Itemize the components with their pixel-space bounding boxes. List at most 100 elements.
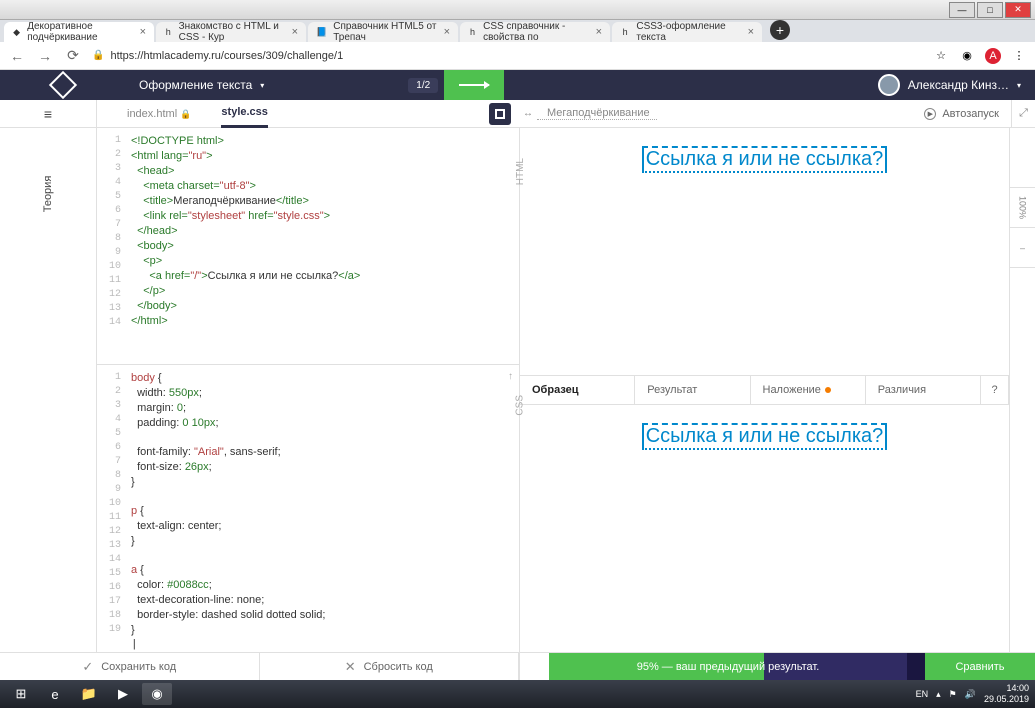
- tab-diff[interactable]: Различия: [866, 376, 981, 404]
- explorer-icon[interactable]: 📁: [74, 683, 104, 705]
- line-gutter: 1234567891011121314: [97, 128, 127, 364]
- tab-title: CSS3-оформление текста: [636, 21, 741, 43]
- zoom-minus[interactable]: –: [1010, 228, 1035, 268]
- ie-icon[interactable]: e: [40, 683, 70, 705]
- tab-close-icon[interactable]: ×: [292, 26, 298, 38]
- next-button[interactable]: [444, 70, 504, 100]
- sub-header: ≡ index.html 🔒 style.css ↔ Мегаподчёркив…: [0, 100, 1035, 128]
- tab-close-icon[interactable]: ×: [444, 26, 450, 38]
- preview-column: Ссылка я или не ссылка? Образец Результа…: [519, 128, 1035, 652]
- tab-sample[interactable]: Образец: [520, 376, 635, 404]
- cross-icon: ✕: [345, 659, 356, 675]
- tab-overlay[interactable]: Наложение: [751, 376, 866, 404]
- chrome-icon[interactable]: ◉: [142, 683, 172, 705]
- taskbar: ⊞ e 📁 ▶ ◉ EN ▴ ⚑ 🔊 14:0029.05.2019: [0, 680, 1035, 708]
- result-tabs: Образец Результат Наложение Различия ?: [520, 375, 1009, 405]
- extension-icon[interactable]: ◉: [959, 48, 975, 64]
- browser-tab[interactable]: ◆ Декоративное подчёркивание ×: [4, 22, 154, 42]
- tab-title: Справочник HTML5 от Трепач: [333, 21, 437, 43]
- preview-sample: Ссылка я или не ссылка?: [520, 405, 1009, 652]
- close-button[interactable]: ✕: [1005, 2, 1031, 18]
- layout-toggle-button[interactable]: [489, 103, 511, 125]
- file-tab-css[interactable]: style.css: [221, 99, 267, 128]
- tab-help[interactable]: ?: [981, 376, 1009, 404]
- chevron-down-icon: ▾: [260, 81, 264, 90]
- favicon-icon: h: [164, 26, 173, 38]
- favicon-icon: ◆: [12, 26, 21, 38]
- preview-link[interactable]: Ссылка я или не ссылка?: [642, 146, 888, 173]
- zoom-controls: 100% –: [1009, 128, 1035, 652]
- code-area[interactable]: <!DOCTYPE html> <html lang="ru"> <head> …: [127, 128, 519, 364]
- avatar: [878, 74, 900, 96]
- star-icon[interactable]: ☆: [933, 48, 949, 64]
- new-tab-button[interactable]: +: [770, 20, 790, 40]
- url-text: https://htmlacademy.ru/courses/309/chall…: [110, 50, 343, 62]
- play-icon: ▶: [924, 108, 936, 120]
- reload-button[interactable]: ⟳: [64, 47, 82, 64]
- tab-result[interactable]: Результат: [635, 376, 750, 404]
- theory-label: Теория: [42, 176, 54, 213]
- browser-tab[interactable]: 📘 Справочник HTML5 от Трепач ×: [308, 22, 458, 42]
- back-button[interactable]: ←: [8, 48, 26, 64]
- expand-icon[interactable]: ⤢: [1011, 100, 1035, 127]
- zoom-100[interactable]: 100%: [1010, 188, 1035, 228]
- css-editor[interactable]: 12345678910111213141516171819 body { wid…: [97, 365, 519, 652]
- lock-icon: 🔒: [180, 109, 191, 119]
- chevron-down-icon: ▾: [1017, 81, 1021, 90]
- user-menu[interactable]: Александр Кинз… ▾: [878, 74, 1035, 96]
- favicon-icon: h: [468, 26, 477, 38]
- bottom-bar: ✓Сохранить код ✕Сбросить код 95% — ваш п…: [0, 652, 1035, 680]
- collapse-icon[interactable]: ↑: [508, 371, 513, 382]
- menu-icon[interactable]: ⋮: [1011, 48, 1027, 64]
- resize-handle[interactable]: ↔: [519, 100, 537, 127]
- editors: 1234567891011121314 <!DOCTYPE html> <htm…: [97, 128, 519, 652]
- minimize-button[interactable]: —: [949, 2, 975, 18]
- sample-link: Ссылка я или не ссылка?: [642, 423, 888, 450]
- media-icon[interactable]: ▶: [108, 683, 138, 705]
- app-header: Оформление текста▾ 1/2 Александр Кинз… ▾: [0, 70, 1035, 100]
- logo[interactable]: [0, 75, 125, 95]
- profile-icon[interactable]: A: [985, 48, 1001, 64]
- editor-label-html: HTML: [515, 158, 526, 185]
- theory-sidebar[interactable]: Теория: [0, 128, 97, 652]
- menu-toggle-icon[interactable]: ≡: [36, 106, 61, 122]
- preview-result: Ссылка я или не ссылка?: [520, 128, 1009, 375]
- browser-tab-bar: ◆ Декоративное подчёркивание × h Знакомство…: [0, 20, 1035, 42]
- tab-close-icon[interactable]: ×: [748, 26, 754, 38]
- tab-title: CSS справочник - свойства по: [483, 21, 589, 43]
- flag-icon[interactable]: ⚑: [949, 689, 957, 700]
- file-tab-html[interactable]: index.html 🔒: [127, 101, 191, 127]
- html-editor[interactable]: 1234567891011121314 <!DOCTYPE html> <htm…: [97, 128, 519, 365]
- volume-icon[interactable]: 🔊: [965, 689, 976, 700]
- url-input[interactable]: 🔒https://htmlacademy.ru/courses/309/chal…: [92, 50, 923, 62]
- editor-label-css: CSS: [515, 395, 526, 416]
- clock[interactable]: 14:0029.05.2019: [984, 683, 1029, 705]
- arrow-right-icon: [459, 84, 489, 86]
- lesson-title[interactable]: Оформление текста▾: [125, 78, 278, 92]
- reset-button[interactable]: ✕Сбросить код: [260, 653, 520, 680]
- autorun-toggle[interactable]: ▶Автозапуск: [912, 100, 1011, 127]
- tab-title: Знакомство с HTML и CSS - Кур: [179, 21, 286, 43]
- window-controls: — □ ✕: [0, 0, 1035, 20]
- start-button[interactable]: ⊞: [6, 683, 36, 705]
- browser-tab[interactable]: h CSS справочник - свойства по ×: [460, 22, 610, 42]
- code-area[interactable]: body { width: 550px; margin: 0; padding:…: [127, 365, 519, 652]
- maximize-button[interactable]: □: [977, 2, 1003, 18]
- tab-title: Декоративное подчёркивание: [27, 21, 133, 43]
- line-gutter: 12345678910111213141516171819: [97, 365, 127, 652]
- main-area: Теория 1234567891011121314 <!DOCTYPE htm…: [0, 128, 1035, 652]
- tab-close-icon[interactable]: ×: [140, 26, 146, 38]
- language-indicator[interactable]: EN: [916, 689, 929, 699]
- browser-tab[interactable]: h Знакомство с HTML и CSS - Кур ×: [156, 22, 306, 42]
- browser-tab[interactable]: h CSS3-оформление текста ×: [612, 22, 762, 42]
- favicon-icon: 📘: [316, 26, 327, 38]
- address-bar: ← → ⟳ 🔒https://htmlacademy.ru/courses/30…: [0, 42, 1035, 70]
- compare-button[interactable]: Сравнить: [925, 653, 1035, 680]
- tray-up-icon[interactable]: ▴: [936, 689, 941, 700]
- save-button[interactable]: ✓Сохранить код: [0, 653, 260, 680]
- warning-dot-icon: [825, 387, 831, 393]
- tab-close-icon[interactable]: ×: [596, 26, 602, 38]
- favicon-icon: h: [620, 26, 630, 38]
- previous-result: 95% — ваш предыдущий результат.: [549, 653, 907, 680]
- forward-button[interactable]: →: [36, 48, 54, 64]
